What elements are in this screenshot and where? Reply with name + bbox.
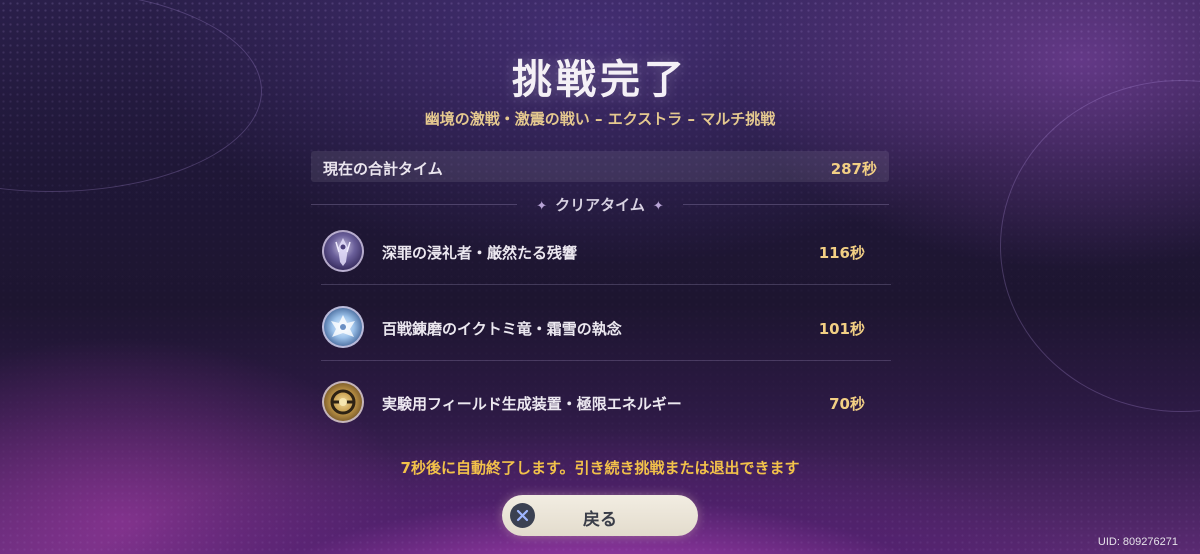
back-button-label: 戻る	[583, 510, 617, 530]
page-title: 挑戦完了	[512, 57, 688, 103]
boss-row: 深罪の浸礼者・厳然たる残響 116秒	[311, 221, 891, 285]
boss-name: 実験用フィールド生成装置・極限エネルギー	[382, 395, 682, 413]
clear-time-heading: ✦ クリアタイム ✦	[0, 194, 1200, 215]
boss-row: 実験用フィールド生成装置・極限エネルギー 70秒	[311, 372, 891, 436]
challenge-result-screen: 挑戦完了 幽境の激戦・激震の戦い – エクストラ – マルチ挑戦 現在の合計タイ…	[0, 0, 1200, 554]
background-swirl	[1000, 80, 1200, 412]
row-divider	[321, 360, 891, 361]
total-time-row: 現在の合計タイム 287秒	[311, 151, 889, 182]
boss-clear-time: 101秒	[818, 320, 865, 338]
ice-dragon-icon	[322, 306, 364, 348]
auto-exit-notice: 7秒後に自動終了します。引き続き挑戦または退出できます	[400, 459, 800, 477]
sinister-baptist-icon	[322, 230, 364, 272]
boss-row: 百戦錬磨のイクトミ竜・霜雪の執念 101秒	[311, 297, 891, 361]
challenge-subtitle: 幽境の激戦・激震の戦い – エクストラ – マルチ挑戦	[424, 110, 776, 128]
back-button[interactable]: 戻る	[502, 495, 698, 536]
user-id: UID: 809276271	[1097, 536, 1178, 548]
clear-time-heading-label: クリアタイム	[555, 196, 645, 214]
total-time-value: 287秒	[830, 160, 877, 178]
boss-name: 百戦錬磨のイクトミ竜・霜雪の執念	[382, 320, 622, 338]
sparkle-icon: ✦	[652, 199, 664, 214]
boss-name: 深罪の浸礼者・厳然たる残響	[382, 244, 578, 262]
sparkle-icon: ✦	[536, 199, 548, 214]
field-generator-icon	[322, 381, 364, 423]
total-time-label: 現在の合計タイム	[323, 160, 443, 178]
row-divider	[321, 284, 891, 285]
boss-clear-time: 70秒	[829, 395, 865, 413]
boss-clear-time: 116秒	[818, 244, 865, 262]
